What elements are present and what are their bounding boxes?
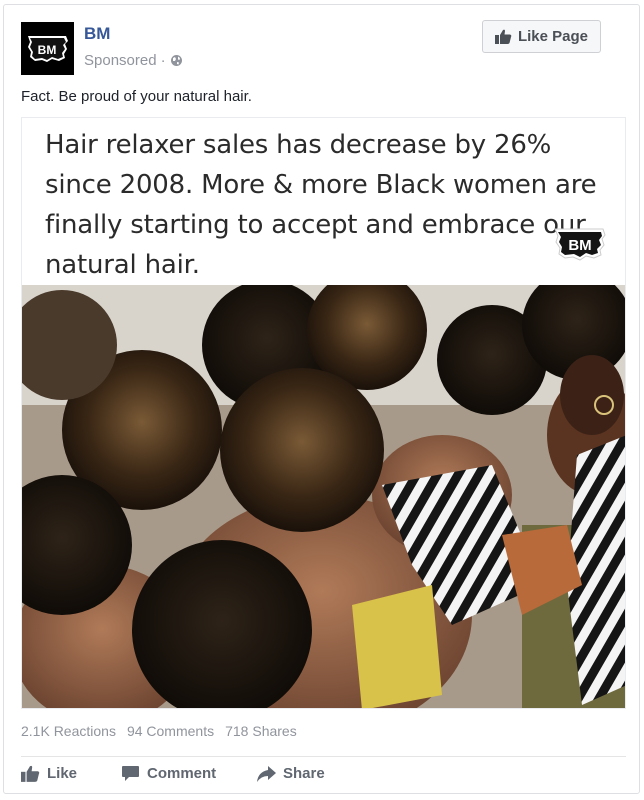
globe-icon [170,55,182,66]
post-text: Fact. Be proud of your natural hair. [21,88,252,105]
share-arrow-icon [257,765,276,782]
share-label: Share [283,765,325,782]
action-bar: Like Comment Share [21,765,325,782]
share-button[interactable]: Share [257,765,325,782]
like-button[interactable]: Like [21,765,121,782]
quote-panel: Hair relaxer sales has decrease by 26% s… [22,118,625,285]
comment-button[interactable]: Comment [121,765,257,782]
engagement-stats: 2.1K Reactions 94 Comments 718 Shares [21,723,297,739]
like-page-label: Like Page [517,28,588,45]
page-name-link[interactable]: BM [84,24,110,44]
comments-count[interactable]: 94 Comments [127,723,214,739]
sponsored-meta: Sponsored · [84,52,183,69]
quote-text: Hair relaxer sales has decrease by 26% s… [45,130,597,280]
bm-watermark-logo: BM [554,228,606,261]
crowd-photo [22,285,625,708]
svg-text:BM: BM [37,43,56,57]
shares-count[interactable]: 718 Shares [225,723,297,739]
thumbs-up-icon [21,765,40,782]
sponsored-post-card: BM BM BM Sponsored · Like Page Fact. Be … [3,4,640,794]
comment-icon [122,766,139,781]
meta-separator: · [160,52,166,69]
page-avatar[interactable]: BM BM [21,22,74,75]
sponsored-label[interactable]: Sponsored [84,52,157,69]
post-image[interactable]: Hair relaxer sales has decrease by 26% s… [21,117,626,709]
bm-logo: BM [27,35,68,62]
like-label: Like [47,765,78,782]
thumbs-up-icon [494,29,512,44]
like-page-button[interactable]: Like Page [481,20,601,53]
reactions-count[interactable]: 2.1K Reactions [21,723,116,739]
comment-label: Comment [147,765,217,782]
actions-divider [21,756,626,757]
svg-text:BM: BM [568,237,591,254]
